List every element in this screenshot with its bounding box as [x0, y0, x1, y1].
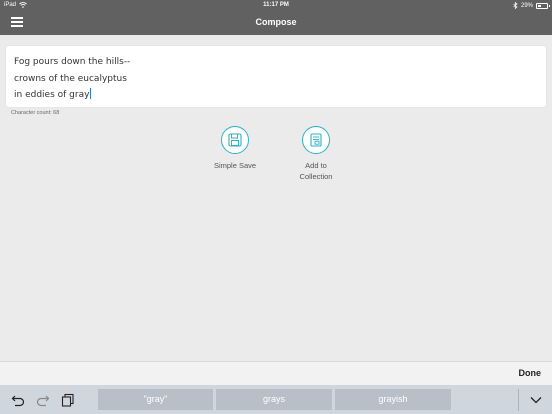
status-bar: iPad 11:17 PM 29%	[0, 0, 552, 10]
save-circle	[221, 126, 249, 154]
paste-icon[interactable]	[61, 393, 75, 407]
nav-bar: Compose	[0, 10, 552, 35]
add-to-label-line1: Add to	[305, 161, 327, 170]
hide-keyboard-button[interactable]	[519, 386, 552, 414]
chevron-down-icon	[530, 397, 541, 404]
floppy-disk-icon	[228, 133, 242, 147]
add-to-collection-button[interactable]: Add to Collection	[287, 126, 345, 182]
battery-percent: 29%	[520, 2, 533, 9]
undo-icon[interactable]	[11, 393, 25, 407]
status-time: 11:17 PM	[263, 2, 289, 8]
text-line: crowns of the eucalyptus	[14, 73, 127, 84]
keyboard-shortcut-bar: "gray" grays grayish	[0, 385, 552, 414]
suggestion-1[interactable]: "gray"	[98, 389, 213, 410]
redo-icon[interactable]	[36, 393, 50, 407]
add-circle	[302, 126, 330, 154]
text-cursor	[90, 88, 92, 99]
text-line: Fog pours down the hills--	[14, 57, 131, 67]
add-to-label-line2: Collection	[299, 172, 333, 181]
text-line-last: in eddies of gray	[14, 87, 538, 104]
done-button[interactable]: Done	[519, 368, 542, 378]
page-title: Compose	[255, 17, 297, 27]
battery-icon	[536, 2, 550, 9]
bluetooth-icon	[513, 2, 518, 9]
character-count: Character count: 68	[11, 110, 60, 116]
suggestion-2[interactable]: grays	[216, 389, 332, 410]
simple-save-label: Simple Save	[213, 161, 257, 170]
simple-save-button[interactable]: Simple Save	[206, 126, 264, 171]
collection-add-icon	[310, 133, 322, 147]
keyboard-accessory-bar: Done	[0, 361, 552, 385]
suggestion-3[interactable]: grayish	[335, 389, 451, 410]
text-line-content: in eddies of gray	[14, 90, 90, 100]
compose-text-area[interactable]: Fog pours down the hills-- crowns of the…	[6, 46, 546, 107]
